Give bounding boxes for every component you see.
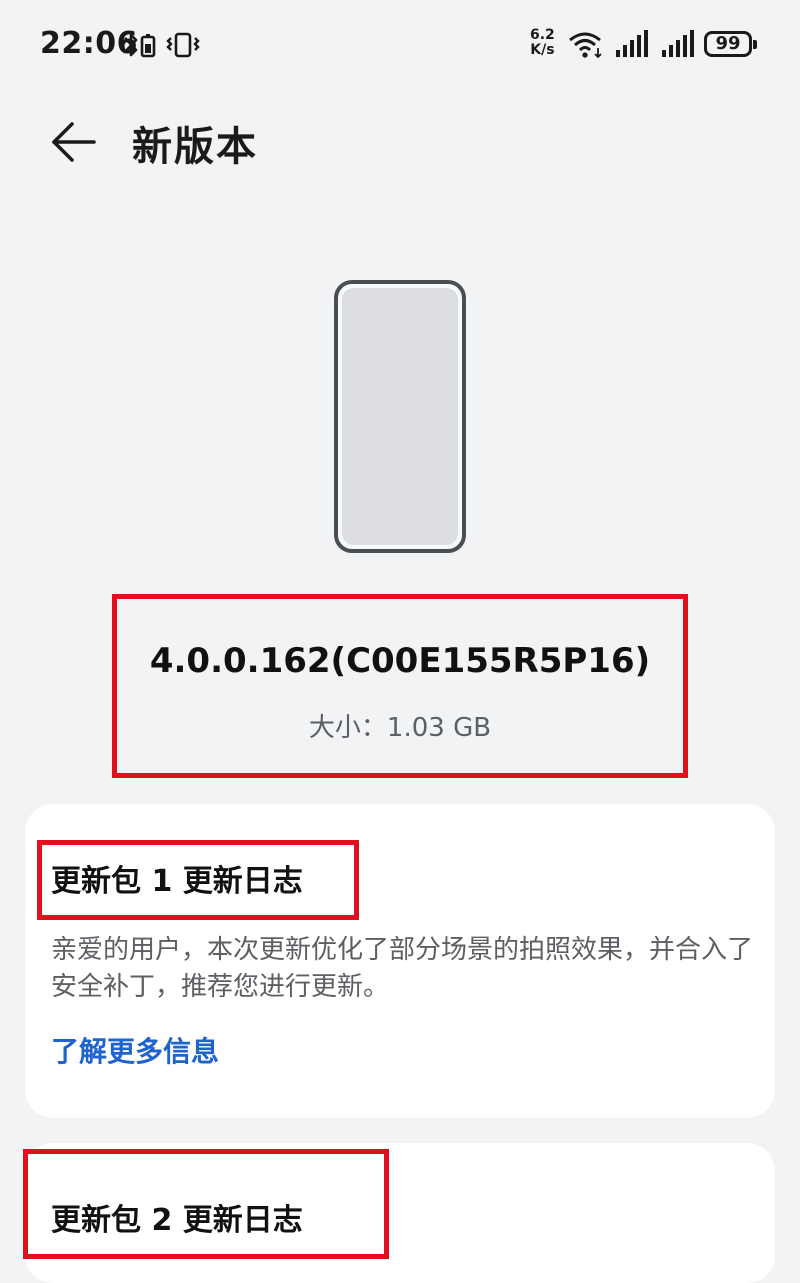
network-speed-value: 6.2: [530, 27, 555, 43]
signal-icon: [662, 30, 694, 57]
back-button[interactable]: [48, 116, 100, 168]
page-title: 新版本: [132, 124, 258, 170]
changelog-title-highlight-box: [37, 840, 359, 920]
changelog-description: 亲爱的用户，本次更新优化了部分场景的拍照效果，并合入了安全补丁，推荐您进行更新。: [51, 935, 754, 1002]
learn-more-link[interactable]: 了解更多信息: [51, 1030, 219, 1070]
network-speed: 6.2 K/s: [530, 28, 555, 58]
changelog-card-2: 更新包 2 更新日志: [23, 1143, 775, 1283]
phone-screen: [342, 288, 458, 545]
version-highlight-box: 4.0.0.162(C00E155R5P16) 大小：1.03 GB: [112, 594, 688, 778]
version-number: 4.0.0.162(C00E155R5P16): [149, 641, 651, 681]
network-speed-unit: K/s: [530, 42, 555, 58]
status-bar: 22:06 6.2 K/s 99: [0, 0, 800, 92]
bluetooth-battery-icon: [124, 33, 156, 58]
phone-illustration: [334, 280, 466, 553]
changelog-card-1: 更新包 1 更新日志 亲爱的用户，本次更新优化了部分场景的拍照效果，并合入了安全…: [25, 804, 775, 1118]
update-size: 大小：1.03 GB: [308, 713, 492, 743]
back-arrow-icon: [52, 122, 96, 162]
signal-icon: [616, 30, 648, 57]
wifi-icon: [569, 32, 602, 59]
vibrate-icon: [166, 32, 200, 58]
battery-icon: 99: [704, 31, 757, 57]
